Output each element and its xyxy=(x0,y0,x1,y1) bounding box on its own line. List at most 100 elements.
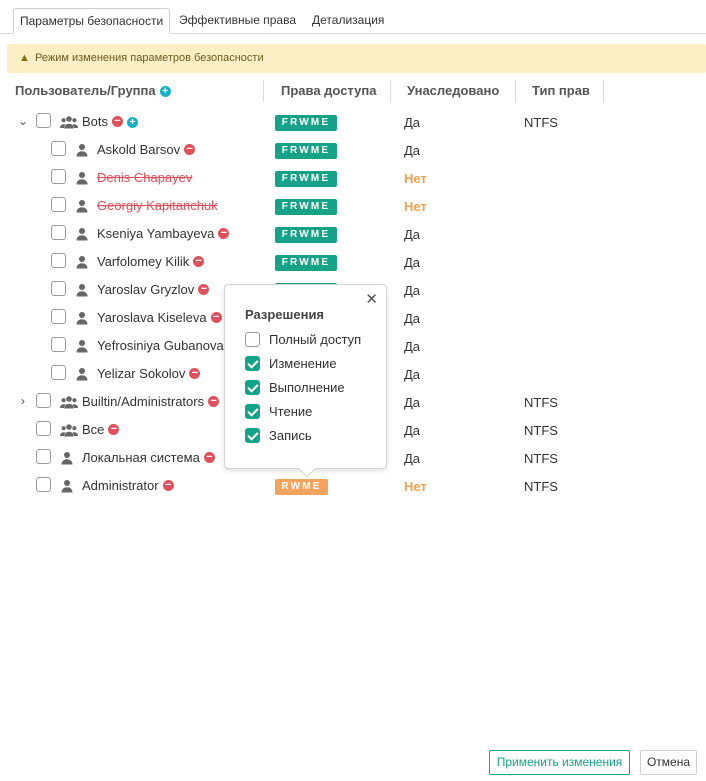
remove-icon[interactable]: − xyxy=(193,256,205,267)
row-checkbox[interactable] xyxy=(36,113,51,128)
add-user-icon[interactable]: + xyxy=(159,86,171,97)
inherited-value: Да xyxy=(404,339,421,354)
row-name-text: Все xyxy=(82,422,105,437)
row-name-text: Denis Chapayev xyxy=(97,170,193,185)
close-icon[interactable]: ✕ xyxy=(365,290,378,308)
row-checkbox[interactable] xyxy=(51,337,66,352)
chevron-down-icon[interactable]: ⌄ xyxy=(17,114,29,128)
rights-badge[interactable]: FRWME xyxy=(275,143,337,159)
checkbox-execute[interactable] xyxy=(245,380,260,395)
option-label: Выполнение xyxy=(269,380,345,395)
checkbox-full-access[interactable] xyxy=(245,332,260,347)
row-name: Administrator − xyxy=(82,478,174,493)
row-checkbox[interactable] xyxy=(36,477,51,492)
remove-icon[interactable]: − xyxy=(108,424,120,435)
column-header-user: Пользователь/Группа + xyxy=(15,82,171,102)
row-checkbox[interactable] xyxy=(51,281,66,296)
column-separator[interactable] xyxy=(263,80,264,102)
row-name: Askold Barsov − xyxy=(97,142,196,157)
remove-icon[interactable]: − xyxy=(112,116,124,127)
row-checkbox[interactable] xyxy=(51,169,66,184)
table-row[interactable]: Administrator − RWME Нет NTFS xyxy=(0,472,706,500)
remove-icon[interactable]: − xyxy=(162,480,174,491)
user-icon xyxy=(60,479,78,493)
rights-type: NTFS xyxy=(524,479,558,494)
remove-icon[interactable]: − xyxy=(189,368,201,379)
remove-icon[interactable]: − xyxy=(210,312,222,323)
permissions-popover: ✕ Разрешения Полный доступ Изменение Вып… xyxy=(224,284,387,478)
inherited-value: Да xyxy=(404,143,421,158)
inherited-value: Да xyxy=(404,283,421,298)
row-checkbox[interactable] xyxy=(51,309,66,324)
row-name: Yelizar Sokolov − xyxy=(97,366,201,381)
user-icon xyxy=(75,311,93,325)
rights-badge[interactable]: RWME xyxy=(275,479,328,495)
table-row[interactable]: Varfolomey Kilik − FRWME Да xyxy=(0,248,706,276)
user-icon xyxy=(75,283,93,297)
row-checkbox[interactable] xyxy=(51,365,66,380)
remove-icon[interactable]: − xyxy=(218,228,230,239)
row-name: Varfolomey Kilik − xyxy=(97,254,205,269)
warning-icon: ▲ xyxy=(19,52,30,64)
row-name: Yaroslava Kiseleva − xyxy=(97,310,222,325)
checkbox-read[interactable] xyxy=(245,404,260,419)
user-icon xyxy=(75,143,93,157)
tab-security-settings[interactable]: Параметры безопасности xyxy=(13,8,171,34)
remove-icon[interactable]: − xyxy=(198,284,210,295)
row-checkbox[interactable] xyxy=(36,393,51,408)
column-separator[interactable] xyxy=(603,80,604,102)
user-icon xyxy=(75,227,93,241)
user-icon xyxy=(75,199,93,213)
apply-changes-button[interactable]: Применить изменения xyxy=(489,750,630,775)
row-name-text: Локальная система xyxy=(82,450,200,465)
table-row[interactable]: ⌄ Bots − + FRWME Да NTFS xyxy=(0,108,706,136)
row-checkbox[interactable] xyxy=(51,225,66,240)
user-icon xyxy=(75,171,93,185)
remove-icon[interactable]: − xyxy=(208,396,220,407)
row-checkbox[interactable] xyxy=(51,141,66,156)
table-row[interactable]: Denis Chapayev FRWME Нет xyxy=(0,164,706,192)
group-icon xyxy=(60,115,78,129)
row-name: Локальная система − xyxy=(82,450,215,465)
checkbox-write[interactable] xyxy=(245,428,260,443)
remove-icon[interactable]: − xyxy=(184,144,196,155)
row-checkbox[interactable] xyxy=(51,253,66,268)
rights-badge[interactable]: FRWME xyxy=(275,227,337,243)
column-header-user-label: Пользователь/Группа xyxy=(15,83,156,98)
rights-badge[interactable]: FRWME xyxy=(275,115,337,131)
column-separator[interactable] xyxy=(515,80,516,102)
row-checkbox[interactable] xyxy=(36,449,51,464)
remove-icon[interactable]: − xyxy=(203,452,215,463)
row-name-text: Georgiy Kapitanchuk xyxy=(97,198,218,213)
tab-details[interactable]: Детализация xyxy=(306,8,390,34)
user-icon xyxy=(60,451,78,465)
row-name-text: Varfolomey Kilik xyxy=(97,254,190,269)
row-name: Denis Chapayev xyxy=(97,170,192,185)
tab-effective-rights[interactable]: Эффективные права xyxy=(173,8,302,34)
chevron-right-icon[interactable]: › xyxy=(17,394,29,408)
cancel-button[interactable]: Отмена xyxy=(640,750,697,775)
add-member-icon[interactable]: + xyxy=(127,117,139,128)
rights-badge[interactable]: FRWME xyxy=(275,255,337,271)
table-row[interactable]: Georgiy Kapitanchuk FRWME Нет xyxy=(0,192,706,220)
rights-type: NTFS xyxy=(524,423,558,438)
inherited-value: Да xyxy=(404,451,421,466)
user-icon xyxy=(75,367,93,381)
rights-badge[interactable]: FRWME xyxy=(275,171,337,187)
table-row[interactable]: Askold Barsov − FRWME Да xyxy=(0,136,706,164)
row-checkbox[interactable] xyxy=(36,421,51,436)
option-label: Чтение xyxy=(269,404,313,419)
table-row[interactable]: Kseniya Yambayeva − FRWME Да xyxy=(0,220,706,248)
rights-badge[interactable]: FRWME xyxy=(275,199,337,215)
column-separator[interactable] xyxy=(390,80,391,102)
row-name-text: Yelizar Sokolov xyxy=(97,366,186,381)
inherited-value: Да xyxy=(404,255,421,270)
row-checkbox[interactable] xyxy=(51,197,66,212)
group-icon xyxy=(60,423,78,437)
banner-text: Режим изменения параметров безопасности xyxy=(35,52,264,64)
row-name-text: Builtin/Administrators xyxy=(82,394,205,409)
checkbox-modify[interactable] xyxy=(245,356,260,371)
row-name: Bots − + xyxy=(82,114,139,129)
inherited-value: Да xyxy=(404,367,421,382)
column-header-rights: Права доступа xyxy=(281,83,377,98)
